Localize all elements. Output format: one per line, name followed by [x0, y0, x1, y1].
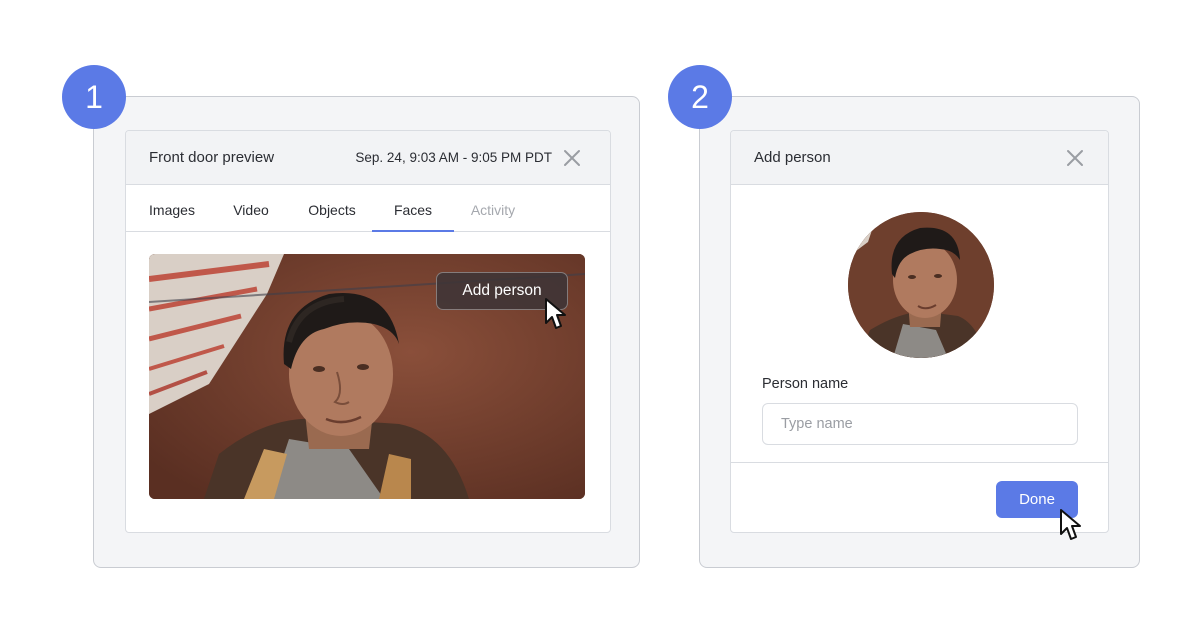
add-person-dialog: Add person Person name Type name Done [730, 130, 1109, 533]
tab-video[interactable]: Video [232, 185, 270, 232]
person-name-label: Person name [762, 376, 849, 392]
preview-card-title: Front door preview [149, 149, 275, 166]
preview-tabs: Images Video Objects Faces Activity [126, 185, 610, 232]
close-icon [1067, 150, 1083, 166]
tab-objects[interactable]: Objects [308, 185, 356, 232]
step-2-badge: 2 [668, 65, 732, 129]
tab-faces[interactable]: Faces [372, 185, 454, 232]
dialog-divider [731, 462, 1108, 463]
preview-card-header: Front door preview Sep. 24, 9:03 AM - 9:… [126, 131, 610, 185]
tab-activity: Activity [470, 202, 516, 218]
preview-close-button[interactable] [559, 145, 585, 171]
mouse-pointer-icon [1060, 509, 1081, 540]
preview-date-range: Sep. 24, 9:03 AM - 9:05 PM PDT [355, 150, 552, 165]
tutorial-canvas: 1 Front door preview Sep. 24, 9:03 AM - … [0, 0, 1200, 632]
close-icon [564, 150, 580, 166]
step-1-badge: 1 [62, 65, 126, 129]
tab-images[interactable]: Images [149, 185, 195, 232]
person-name-input[interactable] [762, 403, 1078, 445]
person-avatar-image [848, 212, 994, 358]
person-avatar [848, 212, 994, 358]
preview-card: Front door preview Sep. 24, 9:03 AM - 9:… [125, 130, 611, 533]
dialog-close-button[interactable] [1062, 145, 1088, 171]
mouse-pointer-icon [545, 298, 566, 329]
face-photo: Add person [149, 254, 585, 499]
dialog-title: Add person [754, 149, 831, 166]
dialog-header: Add person [731, 131, 1108, 185]
